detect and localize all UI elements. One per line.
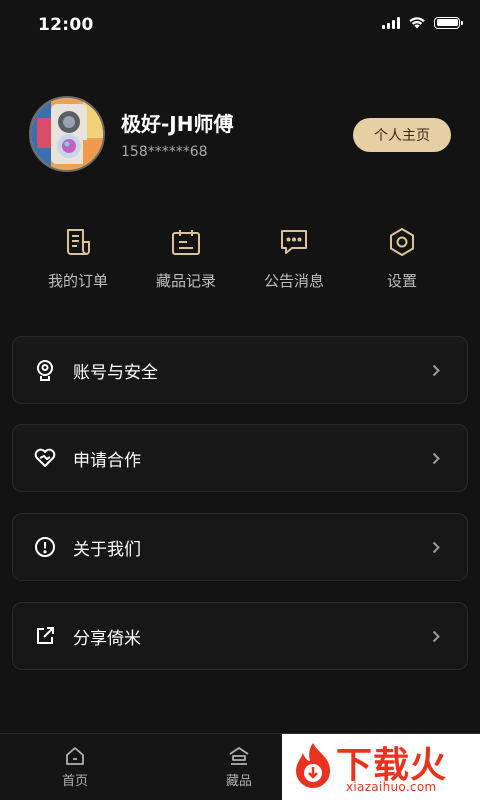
tab-collection[interactable]: 藏品 <box>199 746 279 789</box>
profile-header: 极好-JH师傅 158******68 个人主页 <box>29 96 451 174</box>
menu-item-share[interactable]: 分享倚米 <box>12 602 468 670</box>
quick-action-orders[interactable]: 我的订单 <box>24 226 132 291</box>
tab-label: 首页 <box>61 774 88 789</box>
quick-action-label: 公告消息 <box>263 272 324 290</box>
status-icons <box>382 16 463 29</box>
info-exclamation-icon <box>34 536 56 558</box>
quick-action-label: 设置 <box>386 272 417 290</box>
menu-item-account-security[interactable]: 账号与安全 <box>12 336 468 404</box>
home-icon <box>66 747 84 765</box>
homepage-button[interactable]: 个人主页 <box>353 118 451 152</box>
menu-label: 关于我们 <box>73 539 141 560</box>
quick-action-settings[interactable]: 设置 <box>348 226 456 291</box>
quick-action-announcements[interactable]: 公告消息 <box>240 226 348 291</box>
hexagon-settings-icon <box>386 226 418 258</box>
quick-action-label: 藏品记录 <box>155 272 216 290</box>
cellular-signal-icon <box>382 16 400 29</box>
nickname: 极好-JH师傅 <box>121 112 234 136</box>
calendar-record-icon <box>170 226 202 258</box>
watermark: 下载火 xiazaihuo.com <box>282 734 480 800</box>
phone-number: 158******68 <box>121 144 208 160</box>
status-time: 12:00 <box>38 15 94 35</box>
wifi-icon <box>409 17 425 29</box>
share-external-icon <box>34 625 56 647</box>
quick-action-label: 我的订单 <box>47 272 108 290</box>
flame-logo-icon <box>296 743 330 788</box>
battery-icon <box>434 16 463 29</box>
menu-label: 申请合作 <box>73 450 141 471</box>
heart-handshake-icon <box>34 447 56 469</box>
chevron-right-icon <box>431 451 441 465</box>
menu-item-about-us[interactable]: 关于我们 <box>12 513 468 581</box>
quick-actions: 我的订单 藏品记录 公告消息 设置 <box>24 226 456 291</box>
chevron-right-icon <box>431 540 441 554</box>
chevron-right-icon <box>431 629 441 643</box>
menu-label: 分享倚米 <box>73 628 141 649</box>
menu-label: 账号与安全 <box>73 362 158 383</box>
message-bubble-icon <box>278 226 310 258</box>
order-document-icon <box>62 226 94 258</box>
watermark-url: xiazaihuo.com <box>346 780 437 794</box>
account-security-icon <box>34 359 56 381</box>
chevron-right-icon <box>431 363 441 377</box>
status-bar: 12:00 <box>0 0 480 50</box>
tab-label: 藏品 <box>225 774 252 789</box>
menu-item-apply-cooperation[interactable]: 申请合作 <box>12 424 468 492</box>
collection-icon <box>229 747 249 765</box>
quick-action-collection-records[interactable]: 藏品记录 <box>132 226 240 291</box>
tab-home[interactable]: 首页 <box>35 746 115 789</box>
avatar[interactable] <box>29 96 105 172</box>
